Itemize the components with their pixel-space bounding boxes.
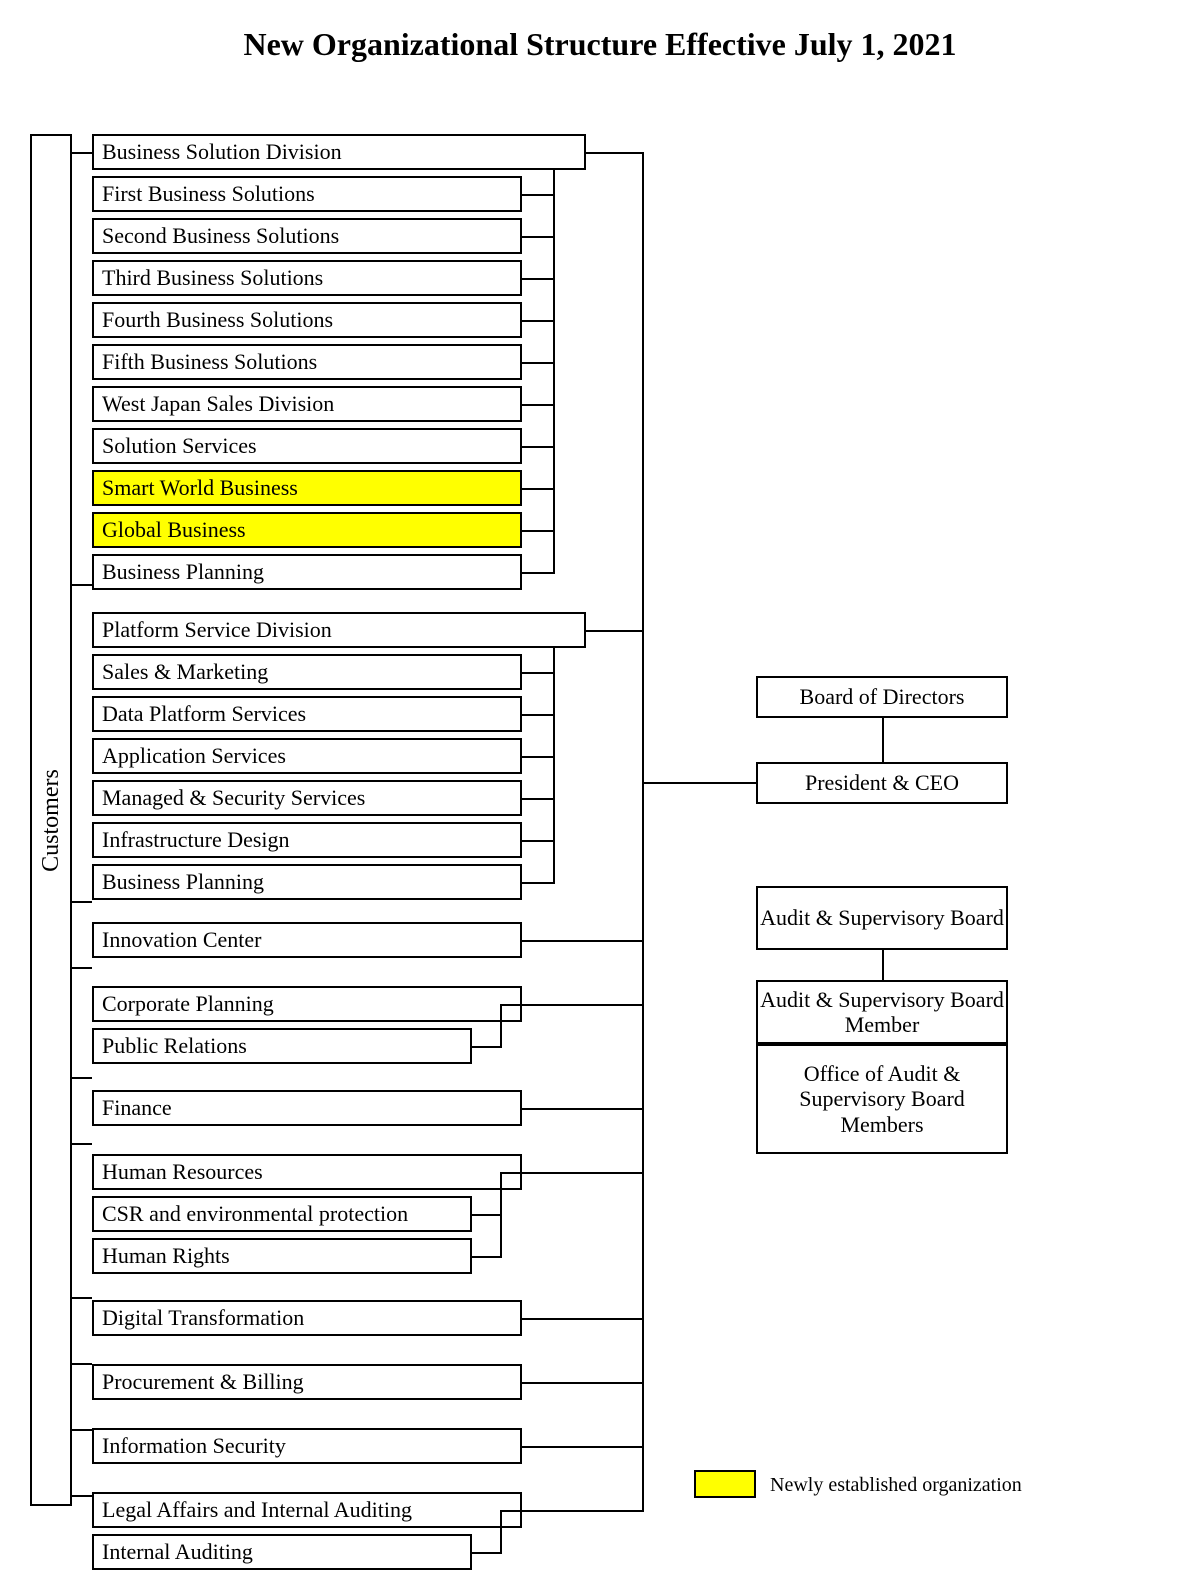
box-global-business: Global Business	[92, 512, 522, 548]
connector	[72, 1363, 92, 1365]
connector	[522, 798, 553, 800]
connector	[72, 1297, 92, 1299]
connector	[472, 1046, 502, 1048]
connector	[522, 1172, 644, 1174]
connector	[500, 1004, 502, 1024]
connector	[522, 1510, 644, 1512]
box-human-rights: Human Rights	[92, 1238, 472, 1274]
box-platform-service-division: Platform Service Division	[92, 612, 586, 648]
customers-label: Customers	[38, 769, 65, 872]
connector	[500, 1172, 502, 1192]
connector	[72, 584, 92, 586]
box-fourth-business-solutions: Fourth Business Solutions	[92, 302, 522, 338]
connector	[522, 672, 553, 674]
box-information-security: Information Security	[92, 1428, 522, 1464]
connector	[522, 1004, 644, 1006]
connector	[522, 1318, 644, 1320]
connector	[522, 1446, 644, 1448]
box-public-relations: Public Relations	[92, 1028, 472, 1064]
connector	[500, 1190, 502, 1256]
connector	[72, 1077, 92, 1079]
legend-swatch	[694, 1470, 756, 1498]
box-second-business-solutions: Second Business Solutions	[92, 218, 522, 254]
box-audit-supervisory-board: Audit & Supervisory Board	[756, 886, 1008, 950]
connector-trunk	[642, 782, 644, 1512]
connector	[522, 362, 553, 364]
box-legal-internal-auditing: Legal Affairs and Internal Auditing	[92, 1492, 522, 1528]
box-digital-transformation: Digital Transformation	[92, 1300, 522, 1336]
box-third-business-solutions: Third Business Solutions	[92, 260, 522, 296]
box-president-ceo: President & CEO	[756, 762, 1008, 804]
box-procurement-billing: Procurement & Billing	[92, 1364, 522, 1400]
box-corporate-planning: Corporate Planning	[92, 986, 522, 1022]
box-internal-auditing: Internal Auditing	[92, 1534, 472, 1570]
box-csr-environmental: CSR and environmental protection	[92, 1196, 472, 1232]
connector	[522, 882, 555, 884]
box-finance: Finance	[92, 1090, 522, 1126]
box-infrastructure-design: Infrastructure Design	[92, 822, 522, 858]
box-innovation-center: Innovation Center	[92, 922, 522, 958]
box-human-resources: Human Resources	[92, 1154, 522, 1190]
box-psd-business-planning: Business Planning	[92, 864, 522, 900]
page-title: New Organizational Structure Effective J…	[0, 26, 1200, 63]
connector	[500, 1528, 502, 1552]
box-west-japan-sales: West Japan Sales Division	[92, 386, 522, 422]
connector	[522, 530, 553, 532]
box-data-platform-services: Data Platform Services	[92, 696, 522, 732]
connector	[472, 1256, 502, 1258]
box-smart-world-business: Smart World Business	[92, 470, 522, 506]
connector	[522, 404, 553, 406]
connector	[522, 840, 553, 842]
connector	[522, 236, 553, 238]
box-audit-supervisory-board-member: Audit & Supervisory Board Member	[756, 980, 1008, 1044]
connector	[72, 901, 92, 903]
connector	[642, 152, 644, 784]
box-managed-security-services: Managed & Security Services	[92, 780, 522, 816]
connector	[72, 1495, 92, 1497]
box-bsd-business-planning: Business Planning	[92, 554, 522, 590]
connector	[882, 718, 884, 762]
connector	[500, 1510, 522, 1512]
box-application-services: Application Services	[92, 738, 522, 774]
connector	[586, 152, 644, 154]
connector	[586, 630, 644, 632]
connector	[500, 1510, 502, 1530]
connector	[500, 1004, 522, 1006]
connector	[882, 950, 884, 980]
connector	[522, 446, 553, 448]
connector	[522, 572, 555, 574]
connector	[72, 1429, 92, 1431]
connector-to-ceo	[642, 782, 756, 784]
connector	[472, 1552, 502, 1554]
connector	[522, 194, 553, 196]
box-first-business-solutions: First Business Solutions	[92, 176, 522, 212]
legend-label: Newly established organization	[770, 1474, 1022, 1497]
box-solution-services: Solution Services	[92, 428, 522, 464]
box-sales-marketing: Sales & Marketing	[92, 654, 522, 690]
box-business-solution-division: Business Solution Division	[92, 134, 586, 170]
connector	[72, 967, 92, 969]
connector	[72, 1143, 92, 1145]
connector	[522, 756, 553, 758]
connector	[522, 320, 553, 322]
connector	[72, 152, 92, 154]
connector	[522, 488, 553, 490]
connector	[472, 1214, 500, 1216]
box-board-of-directors: Board of Directors	[756, 676, 1008, 718]
connector	[522, 714, 553, 716]
connector	[522, 940, 644, 942]
connector	[522, 278, 553, 280]
customers-box: Customers	[30, 134, 72, 1506]
connector	[553, 170, 555, 572]
connector	[522, 1382, 644, 1384]
box-office-asbm: Office of Audit & Supervisory Board Memb…	[756, 1044, 1008, 1154]
connector	[500, 1022, 502, 1046]
connector	[522, 1108, 644, 1110]
connector	[553, 648, 555, 882]
box-fifth-business-solutions: Fifth Business Solutions	[92, 344, 522, 380]
